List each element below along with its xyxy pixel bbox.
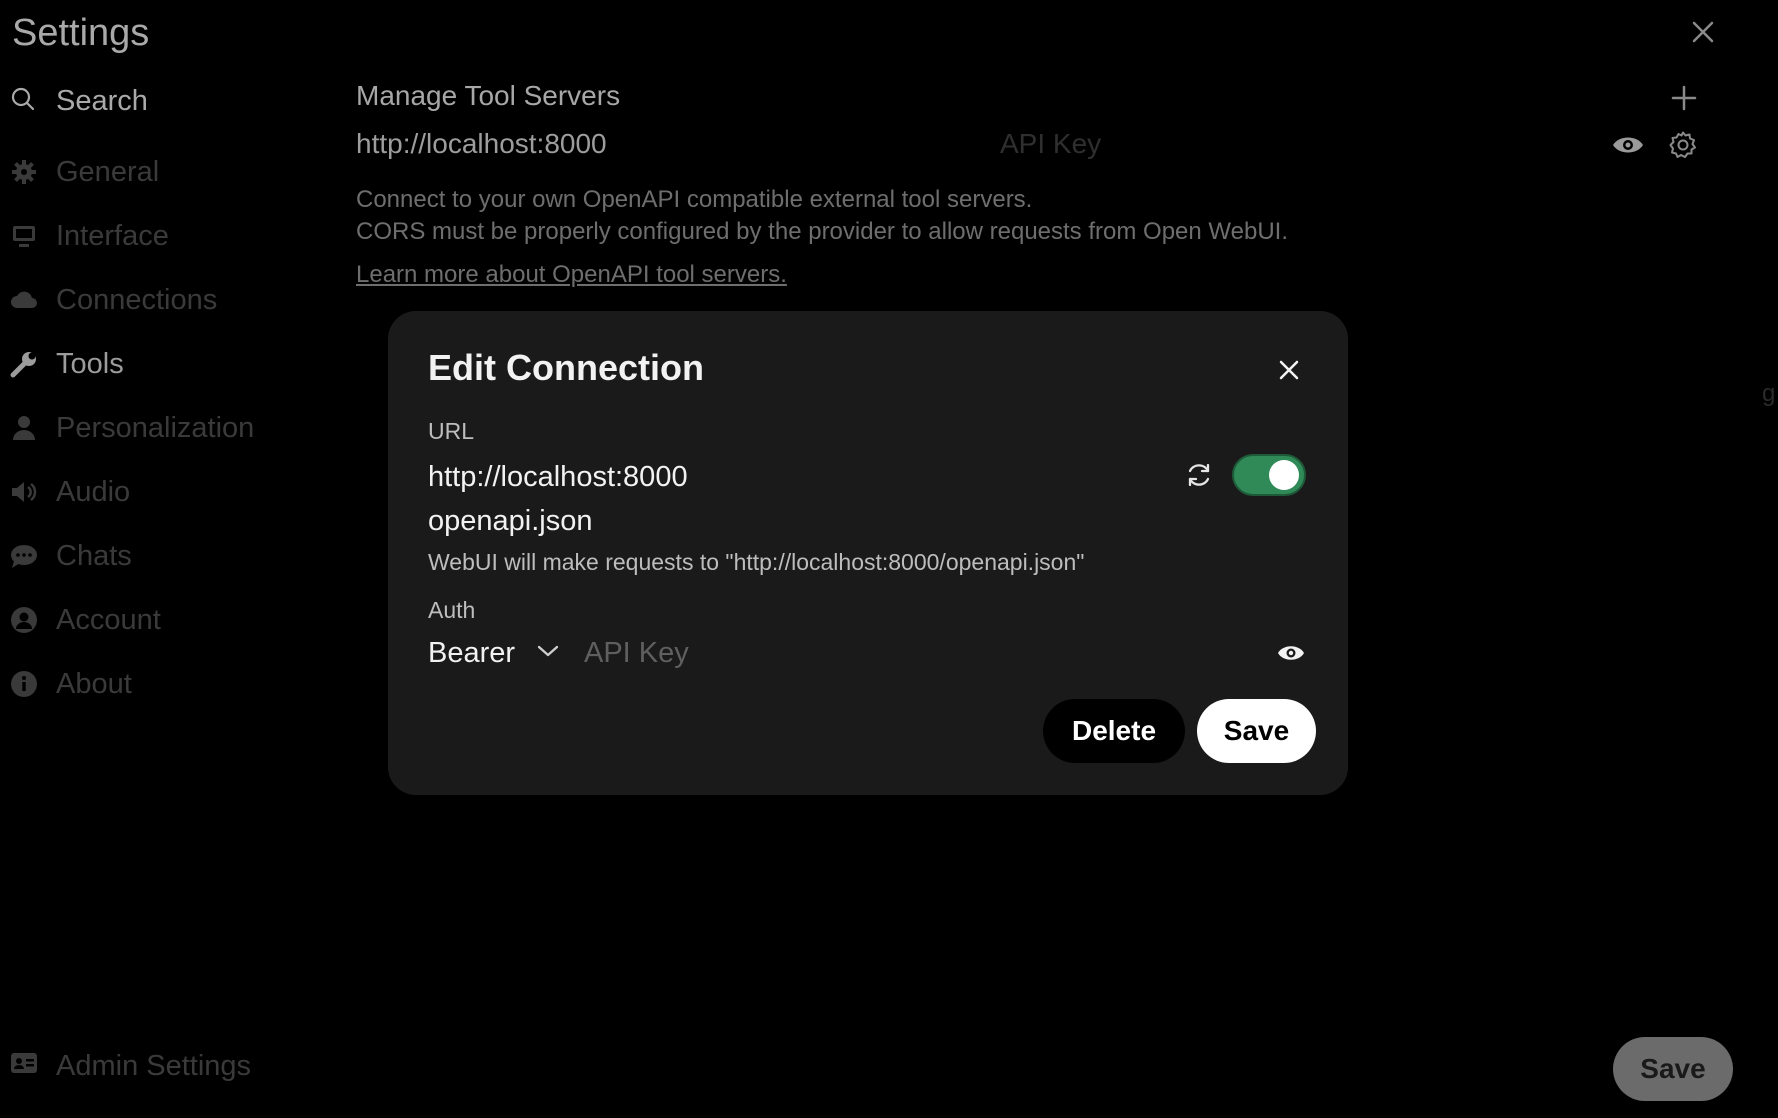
gear-icon [10,158,38,186]
search-icon [10,86,36,117]
sidebar-item-connections[interactable]: Connections [10,268,254,332]
tool-server-api-key[interactable]: API Key [1000,128,1101,160]
auth-type-select[interactable]: Bearer [428,633,559,673]
sidebar-item-about[interactable]: About [10,652,254,716]
sidebar-item-label: About [56,667,132,700]
settings-title: Settings [12,12,150,54]
description-line: CORS must be properly configured by the … [356,218,1288,245]
user-circle-icon [10,606,38,634]
edit-connection-modal: Edit Connection URL WebUI will make requ… [388,311,1348,795]
save-button[interactable]: Save [1197,699,1316,763]
url-label: URL [428,418,475,444]
auth-type-value: Bearer [428,636,516,669]
sidebar-item-interface[interactable]: Interface [10,204,254,268]
settings-search[interactable]: Search [10,82,148,120]
sidebar-item-label: Tools [56,347,124,380]
description-line: Connect to your own OpenAPI compatible e… [356,186,1033,213]
speaker-icon [10,478,38,506]
wrench-icon [10,350,38,378]
modal-title: Edit Connection [428,347,704,388]
sidebar-item-label: Account [56,603,161,636]
chevron-down-icon [537,644,559,663]
sidebar-item-personalization[interactable]: Personalization [10,396,254,460]
eye-icon[interactable] [1612,132,1644,158]
refresh-icon[interactable] [1184,460,1214,490]
settings-save-button[interactable]: Save [1613,1037,1733,1101]
url-input[interactable] [428,459,1168,495]
sidebar-item-account[interactable]: Account [10,588,254,652]
sidebar-item-audio[interactable]: Audio [10,460,254,524]
id-card-icon [10,1050,38,1083]
monitor-icon [10,222,38,250]
sidebar-item-label: Chats [56,539,132,572]
clipped-text: g [1762,380,1776,407]
sidebar-item-label: Interface [56,219,169,252]
delete-button[interactable]: Delete [1043,699,1185,763]
tool-server-url[interactable]: http://localhost:8000 [356,128,607,160]
close-settings-icon[interactable] [1688,17,1718,47]
enabled-toggle[interactable] [1232,454,1306,496]
info-icon [10,670,38,698]
manage-tool-servers-title: Manage Tool Servers [356,80,621,111]
admin-settings-link[interactable]: Admin Settings [10,1046,251,1086]
eye-icon[interactable] [1277,641,1305,665]
chat-bubble-icon [10,542,38,570]
gear-icon[interactable] [1668,130,1698,160]
toggle-knob [1269,460,1299,490]
auth-label: Auth [428,597,476,623]
add-server-icon[interactable] [1668,82,1700,114]
search-label: Search [56,84,148,117]
sidebar-item-general[interactable]: General [10,140,254,204]
api-key-input[interactable] [584,635,1164,671]
user-icon [10,414,38,442]
sidebar-item-tools[interactable]: Tools [10,332,254,396]
sidebar-item-label: General [56,155,160,188]
request-url-hint: WebUI will make requests to "http://loca… [428,549,1085,575]
sidebar-item-label: Connections [56,283,218,316]
tool-servers-description: Connect to your own OpenAPI compatible e… [356,184,1288,248]
learn-more-link[interactable]: Learn more about OpenAPI tool servers. [356,261,787,289]
admin-settings-label: Admin Settings [56,1049,252,1082]
sidebar-item-chats[interactable]: Chats [10,524,254,588]
close-icon[interactable] [1274,355,1304,385]
openapi-path-input[interactable] [428,503,1168,539]
settings-page: Settings Search General Interface Connec… [0,0,1778,1118]
sidebar-item-label: Personalization [56,411,255,444]
sidebar-item-label: Audio [56,475,131,508]
cloud-icon [10,286,38,314]
settings-sidebar: General Interface Connections Tools Pers… [10,140,254,716]
